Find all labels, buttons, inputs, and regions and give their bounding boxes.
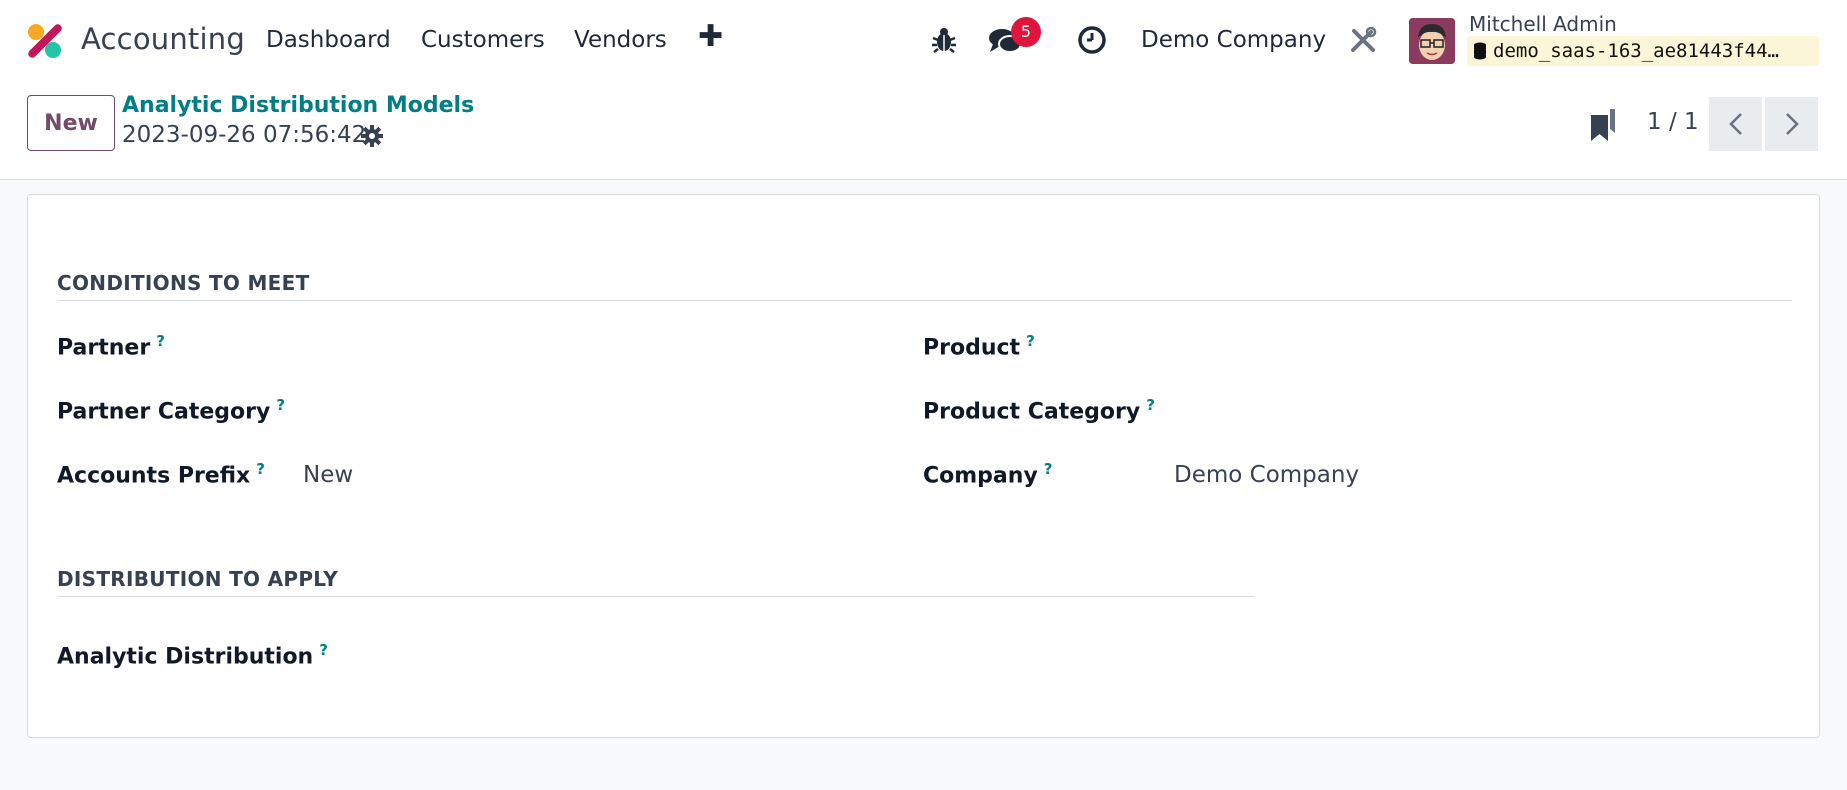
pager-value[interactable]: 1 / 1 bbox=[1647, 109, 1699, 135]
top-navbar: Accounting Dashboard Customers Vendors ✚… bbox=[0, 0, 1847, 80]
menu-customers[interactable]: Customers bbox=[421, 27, 545, 53]
product-category-field[interactable] bbox=[1174, 397, 1784, 427]
distribution-section-title: DISTRIBUTION TO APPLY bbox=[57, 567, 339, 591]
gear-icon[interactable] bbox=[360, 124, 384, 148]
section-divider bbox=[57, 300, 1792, 301]
bug-icon[interactable] bbox=[931, 26, 957, 54]
help-tooltip-icon[interactable]: ? bbox=[319, 641, 328, 659]
product-label: Product? bbox=[923, 332, 1035, 361]
section-divider bbox=[57, 596, 1254, 597]
pager-next-button[interactable] bbox=[1765, 97, 1818, 151]
clock-icon[interactable] bbox=[1077, 25, 1107, 55]
accounts-prefix-field[interactable]: New bbox=[303, 462, 353, 488]
help-tooltip-icon[interactable]: ? bbox=[156, 332, 165, 350]
product-category-label: Product Category? bbox=[923, 396, 1155, 425]
help-tooltip-icon[interactable]: ? bbox=[256, 460, 265, 478]
form-sheet: CONDITIONS TO MEET Partner? Partner Cate… bbox=[27, 194, 1820, 738]
help-tooltip-icon[interactable]: ? bbox=[276, 396, 285, 414]
new-button[interactable]: New bbox=[27, 95, 115, 151]
chevron-left-icon bbox=[1728, 113, 1742, 135]
menu-dashboard[interactable]: Dashboard bbox=[266, 27, 391, 53]
partner-category-field[interactable] bbox=[303, 397, 903, 427]
analytic-distribution-field[interactable] bbox=[348, 642, 1248, 672]
help-tooltip-icon[interactable]: ? bbox=[1146, 396, 1155, 414]
bookmark-icon[interactable] bbox=[1588, 107, 1618, 143]
partner-field[interactable] bbox=[303, 333, 903, 363]
tools-icon[interactable] bbox=[1349, 26, 1377, 54]
pager-previous-button[interactable] bbox=[1709, 97, 1762, 151]
app-name[interactable]: Accounting bbox=[81, 22, 245, 56]
help-tooltip-icon[interactable]: ? bbox=[1044, 460, 1053, 478]
company-switcher[interactable]: Demo Company bbox=[1141, 27, 1326, 53]
breadcrumb[interactable]: Analytic Distribution Models bbox=[122, 93, 474, 118]
control-panel: New Analytic Distribution Models 2023-09… bbox=[0, 80, 1847, 180]
user-name[interactable]: Mitchell Admin bbox=[1469, 12, 1617, 36]
plus-icon[interactable]: ✚ bbox=[698, 22, 723, 52]
partner-category-label: Partner Category? bbox=[57, 396, 286, 425]
partner-label: Partner? bbox=[57, 332, 165, 361]
avatar[interactable] bbox=[1409, 18, 1455, 64]
company-field[interactable]: Demo Company bbox=[1174, 462, 1359, 488]
messages-count-badge: 5 bbox=[1011, 17, 1041, 47]
product-field[interactable] bbox=[1174, 333, 1784, 363]
record-title: 2023-09-26 07:56:42 bbox=[122, 122, 367, 148]
database-name: demo_saas-163_ae81443f44… bbox=[1493, 40, 1779, 62]
conditions-section-title: CONDITIONS TO MEET bbox=[57, 271, 310, 295]
menu-vendors[interactable]: Vendors bbox=[574, 27, 667, 53]
database-icon bbox=[1474, 42, 1486, 60]
database-badge: demo_saas-163_ae81443f44… bbox=[1467, 36, 1819, 66]
company-label: Company? bbox=[923, 460, 1053, 489]
chevron-right-icon bbox=[1785, 113, 1799, 135]
help-tooltip-icon[interactable]: ? bbox=[1026, 332, 1035, 350]
accounting-app-icon[interactable] bbox=[26, 22, 64, 60]
accounts-prefix-label: Accounts Prefix? bbox=[57, 460, 265, 489]
analytic-distribution-label: Analytic Distribution? bbox=[57, 641, 328, 670]
